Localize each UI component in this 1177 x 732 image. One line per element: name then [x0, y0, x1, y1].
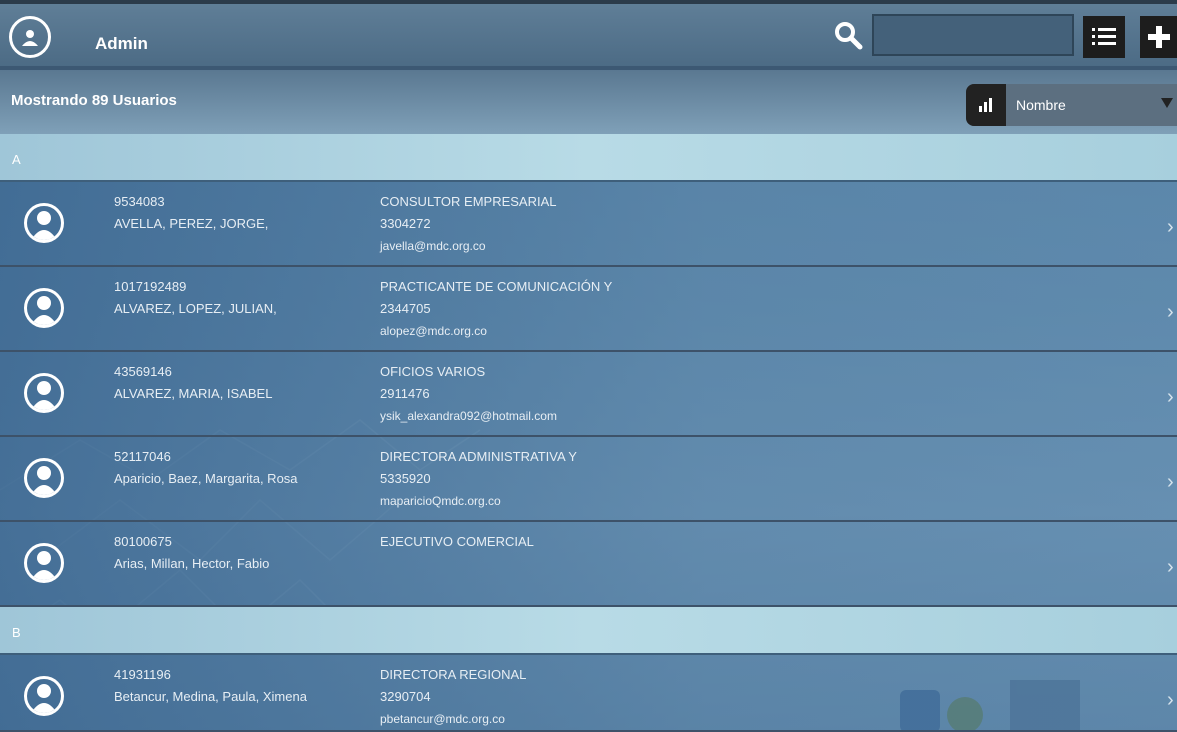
user-avatar-icon — [24, 676, 64, 716]
chevron-right-icon: › — [1167, 689, 1174, 711]
sort-select[interactable]: Nombre — [966, 84, 1177, 126]
user-email: pbetancur@mdc.org.co — [380, 712, 505, 726]
user-id: 43569146 — [114, 364, 172, 379]
user-name: ALVAREZ, MARIA, ISABEL — [114, 386, 273, 401]
user-avatar-icon — [24, 203, 64, 243]
user-avatar-icon — [22, 30, 38, 46]
search-input[interactable] — [872, 14, 1074, 56]
user-job: OFICIOS VARIOS — [380, 364, 486, 379]
user-id: 1017192489 — [114, 279, 187, 294]
search-icon[interactable] — [833, 20, 863, 50]
user-email: maparicioQmdc.org.co — [380, 494, 501, 508]
add-user-button[interactable] — [1140, 16, 1177, 58]
bar-chart-icon — [966, 84, 1006, 126]
user-email: alopez@mdc.org.co — [380, 324, 487, 338]
chevron-right-icon: › — [1167, 301, 1174, 323]
user-phone: 3290704 — [380, 689, 431, 704]
top-bar: Admin — [0, 0, 1177, 74]
chevron-right-icon: › — [1167, 386, 1174, 408]
user-row[interactable]: 80100675 Arias, Millan, Hector, Fabio EJ… — [0, 522, 1177, 607]
user-avatar-icon — [24, 543, 64, 583]
user-job: DIRECTORA ADMINISTRATIVA Y — [380, 449, 577, 464]
user-email: javella@mdc.org.co — [380, 239, 486, 253]
user-id: 9534083 — [114, 194, 165, 209]
chevron-right-icon: › — [1167, 216, 1174, 238]
user-name: AVELLA, PEREZ, JORGE, — [114, 216, 269, 231]
user-email: ysik_alexandra092@hotmail.com — [380, 409, 557, 423]
user-menu-button[interactable] — [9, 16, 51, 58]
user-phone: 2911476 — [380, 386, 430, 401]
results-bar: Mostrando 89 Usuarios Nombre — [0, 70, 1177, 134]
user-avatar-icon — [24, 373, 64, 413]
user-row[interactable]: 52117046 Aparicio, Baez, Margarita, Rosa… — [0, 437, 1177, 522]
user-row[interactable]: 1017192489 ALVAREZ, LOPEZ, JULIAN, PRACT… — [0, 267, 1177, 352]
group-header-a: A — [0, 134, 1177, 182]
page-title: Admin — [95, 34, 148, 53]
user-name: Aparicio, Baez, Margarita, Rosa — [114, 471, 298, 486]
user-row[interactable]: 43569146 ALVAREZ, MARIA, ISABEL OFICIOS … — [0, 352, 1177, 437]
chevron-right-icon: › — [1167, 556, 1174, 578]
list-icon — [1092, 28, 1116, 45]
user-avatar-icon — [24, 288, 64, 328]
user-name: ALVAREZ, LOPEZ, JULIAN, — [114, 301, 277, 316]
user-job: CONSULTOR EMPRESARIAL — [380, 194, 557, 209]
user-id: 80100675 — [114, 534, 172, 549]
group-letter: A — [12, 152, 21, 167]
user-phone: 5335920 — [380, 471, 431, 486]
chevron-right-icon: › — [1167, 471, 1174, 493]
user-name: Arias, Millan, Hector, Fabio — [114, 556, 270, 571]
user-job: EJECUTIVO COMERCIAL — [380, 534, 534, 549]
chevron-down-icon — [1161, 98, 1173, 108]
user-avatar-icon — [24, 458, 64, 498]
sort-selected-value: Nombre — [1016, 97, 1066, 113]
user-name: Betancur, Medina, Paula, Ximena — [114, 689, 307, 704]
user-job: DIRECTORA REGIONAL — [380, 667, 527, 682]
user-id: 52117046 — [114, 449, 171, 464]
group-letter: B — [12, 625, 21, 640]
user-phone: 2344705 — [380, 301, 431, 316]
user-row[interactable]: 9534083 AVELLA, PEREZ, JORGE, CONSULTOR … — [0, 182, 1177, 267]
user-id: 41931196 — [114, 667, 171, 682]
user-row[interactable]: 41931196 Betancur, Medina, Paula, Ximena… — [0, 655, 1177, 732]
list-view-button[interactable] — [1083, 16, 1125, 58]
plus-icon — [1147, 26, 1170, 48]
user-phone: 3304272 — [380, 216, 431, 231]
user-count: Mostrando 89 Usuarios — [11, 92, 177, 109]
group-header-b: B — [0, 607, 1177, 655]
user-job: PRACTICANTE DE COMUNICACIÓN Y — [380, 279, 613, 294]
